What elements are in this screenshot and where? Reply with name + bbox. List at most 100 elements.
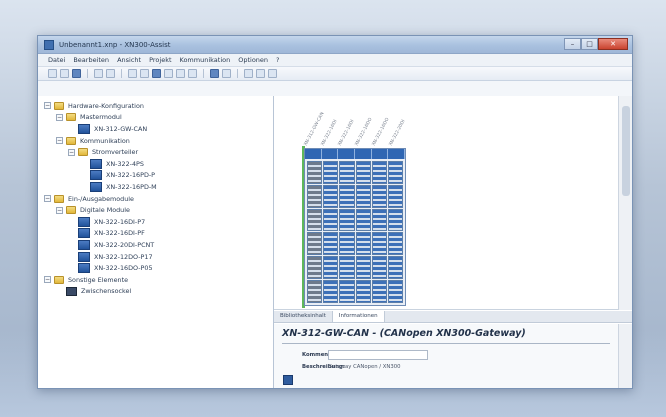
rack-slot[interactable] <box>371 184 387 208</box>
cut-icon[interactable] <box>106 69 115 78</box>
tree-item[interactable]: XN-322-16DO-P05 <box>44 262 273 274</box>
rack-slot[interactable] <box>323 232 339 256</box>
download-icon[interactable] <box>244 69 253 78</box>
menu-projekt[interactable]: Projekt <box>149 56 171 64</box>
expander-icon[interactable]: − <box>44 195 51 203</box>
rack-slot[interactable] <box>339 208 355 232</box>
scrollbar-thumb[interactable] <box>622 106 630 196</box>
tree-item[interactable]: XN-322-16PD-M <box>44 181 273 193</box>
tree-item[interactable]: XN-322-20DI-PCNT <box>44 239 273 251</box>
rack-slot[interactable] <box>387 161 403 184</box>
menu-bearbeiten[interactable]: Bearbeiten <box>73 56 109 64</box>
rack-slot[interactable] <box>387 232 403 256</box>
tab-library[interactable]: Bibliotheksinhalt <box>274 311 333 322</box>
undo-icon[interactable] <box>128 69 137 78</box>
rack-slot[interactable] <box>307 161 323 184</box>
tab-information[interactable]: Informationen <box>332 311 385 322</box>
tree-item[interactable]: − Kommunikation <box>44 135 273 147</box>
rack-slot[interactable] <box>371 256 387 280</box>
menu-datei[interactable]: Datei <box>48 56 65 64</box>
menu-bar: Datei Bearbeiten Ansicht Projekt Kommuni… <box>38 54 632 67</box>
rack-slot[interactable] <box>323 256 339 280</box>
rack-slot[interactable] <box>323 161 339 184</box>
comment-row: Kommentar: <box>302 349 610 361</box>
comment-field[interactable] <box>328 350 428 360</box>
rack-slot[interactable] <box>355 256 371 280</box>
rack-slot[interactable] <box>387 208 403 232</box>
expander-icon[interactable]: − <box>56 206 63 214</box>
menu-optionen[interactable]: Optionen <box>238 56 268 64</box>
description-label: Beschreibung: <box>302 364 345 370</box>
rack-slot[interactable] <box>307 184 323 208</box>
new-file-icon[interactable] <box>48 69 57 78</box>
rack-slot[interactable] <box>371 280 387 303</box>
rack-slot[interactable] <box>355 232 371 256</box>
rack-slot[interactable] <box>323 280 339 303</box>
tree-item[interactable]: XN-312-GW-CAN <box>44 123 273 135</box>
rack-slot[interactable] <box>323 184 339 208</box>
tree-item[interactable]: − Hardware-Konfiguration <box>44 100 273 112</box>
tree-item[interactable]: XN-322-4PS <box>44 158 273 170</box>
expander-icon[interactable]: − <box>44 102 51 110</box>
add-module-icon[interactable] <box>152 69 161 78</box>
tree-item[interactable]: − Ein-/Ausgabemodule <box>44 193 273 205</box>
connect-icon[interactable] <box>210 69 219 78</box>
disconnect-icon[interactable] <box>222 69 231 78</box>
expander-icon[interactable]: − <box>44 276 51 284</box>
rack-slot[interactable] <box>355 184 371 208</box>
save-icon[interactable] <box>72 69 81 78</box>
rack-slot[interactable] <box>339 280 355 303</box>
menu-ansicht[interactable]: Ansicht <box>117 56 141 64</box>
rack-slot[interactable] <box>355 280 371 303</box>
expander-icon[interactable]: − <box>68 148 75 156</box>
zoom-out-icon[interactable] <box>176 69 185 78</box>
rack-slot[interactable] <box>371 161 387 184</box>
rack-slot[interactable] <box>387 256 403 280</box>
zoom-in-icon[interactable] <box>164 69 173 78</box>
rack-canvas[interactable]: XN-312-GW-CAN XN-322-16DI XN-322-16DI XN-32… <box>274 96 618 310</box>
rack-slot[interactable] <box>355 161 371 184</box>
zoom-fit-icon[interactable] <box>188 69 197 78</box>
expander-icon[interactable]: − <box>56 113 63 121</box>
rack-slot[interactable] <box>355 208 371 232</box>
rack-slot[interactable] <box>339 161 355 184</box>
upload-icon[interactable] <box>256 69 265 78</box>
rack-slot[interactable] <box>339 184 355 208</box>
rack-slot[interactable] <box>307 232 323 256</box>
tree-item[interactable]: XN-322-16PD-P <box>44 170 273 182</box>
help-icon[interactable] <box>268 69 277 78</box>
menu-kommunikation[interactable]: Kommunikation <box>180 56 231 64</box>
station-rack[interactable] <box>304 148 406 306</box>
title-bar[interactable]: Unbenannt1.xnp - XN300-Assist – □ ✕ <box>38 36 632 54</box>
rack-slot[interactable] <box>307 208 323 232</box>
tree-item[interactable]: − Digitale Module <box>44 204 273 216</box>
minimize-button[interactable]: – <box>564 37 581 50</box>
rack-slot[interactable] <box>371 208 387 232</box>
properties-vertical-scrollbar[interactable] <box>618 324 632 388</box>
rack-column-header <box>322 149 339 159</box>
tree-item[interactable]: XN-322-16DI-PF <box>44 228 273 240</box>
rack-slot[interactable] <box>339 232 355 256</box>
tree-item[interactable]: − Stromverteiler <box>44 146 273 158</box>
canvas-vertical-scrollbar[interactable] <box>618 96 632 310</box>
rack-slot[interactable] <box>307 256 323 280</box>
redo-icon[interactable] <box>140 69 149 78</box>
menu-help[interactable]: ? <box>276 56 279 64</box>
expander-icon[interactable]: − <box>56 137 63 145</box>
tree-item[interactable]: − Mastermodul <box>44 112 273 124</box>
tree-item[interactable]: − Sonstige Elemente <box>44 274 273 286</box>
rack-slot[interactable] <box>339 256 355 280</box>
maximize-button[interactable]: □ <box>581 37 598 50</box>
module-icon <box>78 263 90 274</box>
rack-slot[interactable] <box>387 280 403 303</box>
rack-slot[interactable] <box>323 208 339 232</box>
rack-slot[interactable] <box>371 232 387 256</box>
rack-slot[interactable] <box>307 280 323 303</box>
open-folder-icon[interactable] <box>60 69 69 78</box>
tree-item[interactable]: XN-322-16DI-P7 <box>44 216 273 228</box>
tree-item[interactable]: XN-322-12DO-P17 <box>44 251 273 263</box>
close-button[interactable]: ✕ <box>598 37 628 50</box>
rack-slot[interactable] <box>387 184 403 208</box>
tree-item[interactable]: Zwischensockel <box>44 286 273 298</box>
print-icon[interactable] <box>94 69 103 78</box>
